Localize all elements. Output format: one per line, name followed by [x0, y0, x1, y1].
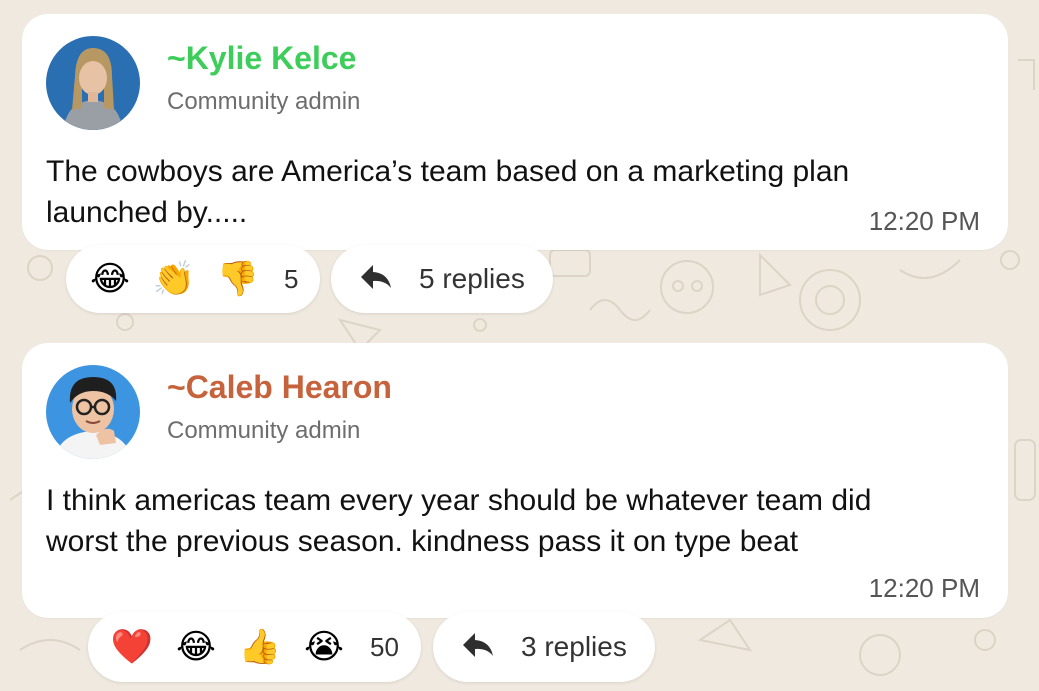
- message-bubble[interactable]: ~Caleb Hearon Community admin I think am…: [22, 343, 1008, 618]
- sender-name[interactable]: ~Kylie Kelce: [167, 40, 356, 77]
- heart-icon: ❤️: [110, 627, 154, 667]
- replies-count-label: 5 replies: [419, 263, 525, 294]
- sender-role: Community admin: [167, 88, 361, 115]
- sender-name[interactable]: ~Caleb Hearon: [167, 369, 392, 406]
- reply-arrow-icon: [359, 263, 393, 296]
- laughing-face-icon: 😂: [90, 259, 130, 299]
- reply-arrow-icon: [461, 631, 495, 664]
- replies-button[interactable]: 5 replies: [331, 245, 553, 313]
- reaction-count: 50: [370, 631, 399, 662]
- message-bubble[interactable]: ~Kylie Kelce Community admin The cowboys…: [22, 14, 1008, 250]
- message-text: I think americas team every year should …: [46, 484, 872, 558]
- sender-role: Community admin: [167, 417, 361, 444]
- reactions-pill[interactable]: 😂 👏 👎 5: [66, 245, 321, 313]
- reactions-pill[interactable]: ❤️ 😂 👍 😭 50: [88, 612, 421, 682]
- reaction-count: 5: [284, 263, 299, 294]
- avatar[interactable]: [46, 36, 140, 130]
- thumbs-up-icon: 👍: [238, 627, 282, 667]
- thumbs-down-icon: 👎: [216, 259, 260, 299]
- message-timestamp: 12:20 PM: [868, 573, 980, 603]
- message-timestamp: 12:20 PM: [868, 206, 980, 236]
- laughing-face-icon: 😂: [176, 627, 216, 667]
- avatar[interactable]: [46, 365, 140, 459]
- crying-face-icon: 😭: [304, 627, 344, 667]
- clapping-hands-icon: 👏: [152, 259, 196, 299]
- replies-count-label: 3 replies: [521, 631, 627, 662]
- message-text: The cowboys are America’s team based on …: [46, 155, 850, 229]
- replies-button[interactable]: 3 replies: [433, 612, 655, 682]
